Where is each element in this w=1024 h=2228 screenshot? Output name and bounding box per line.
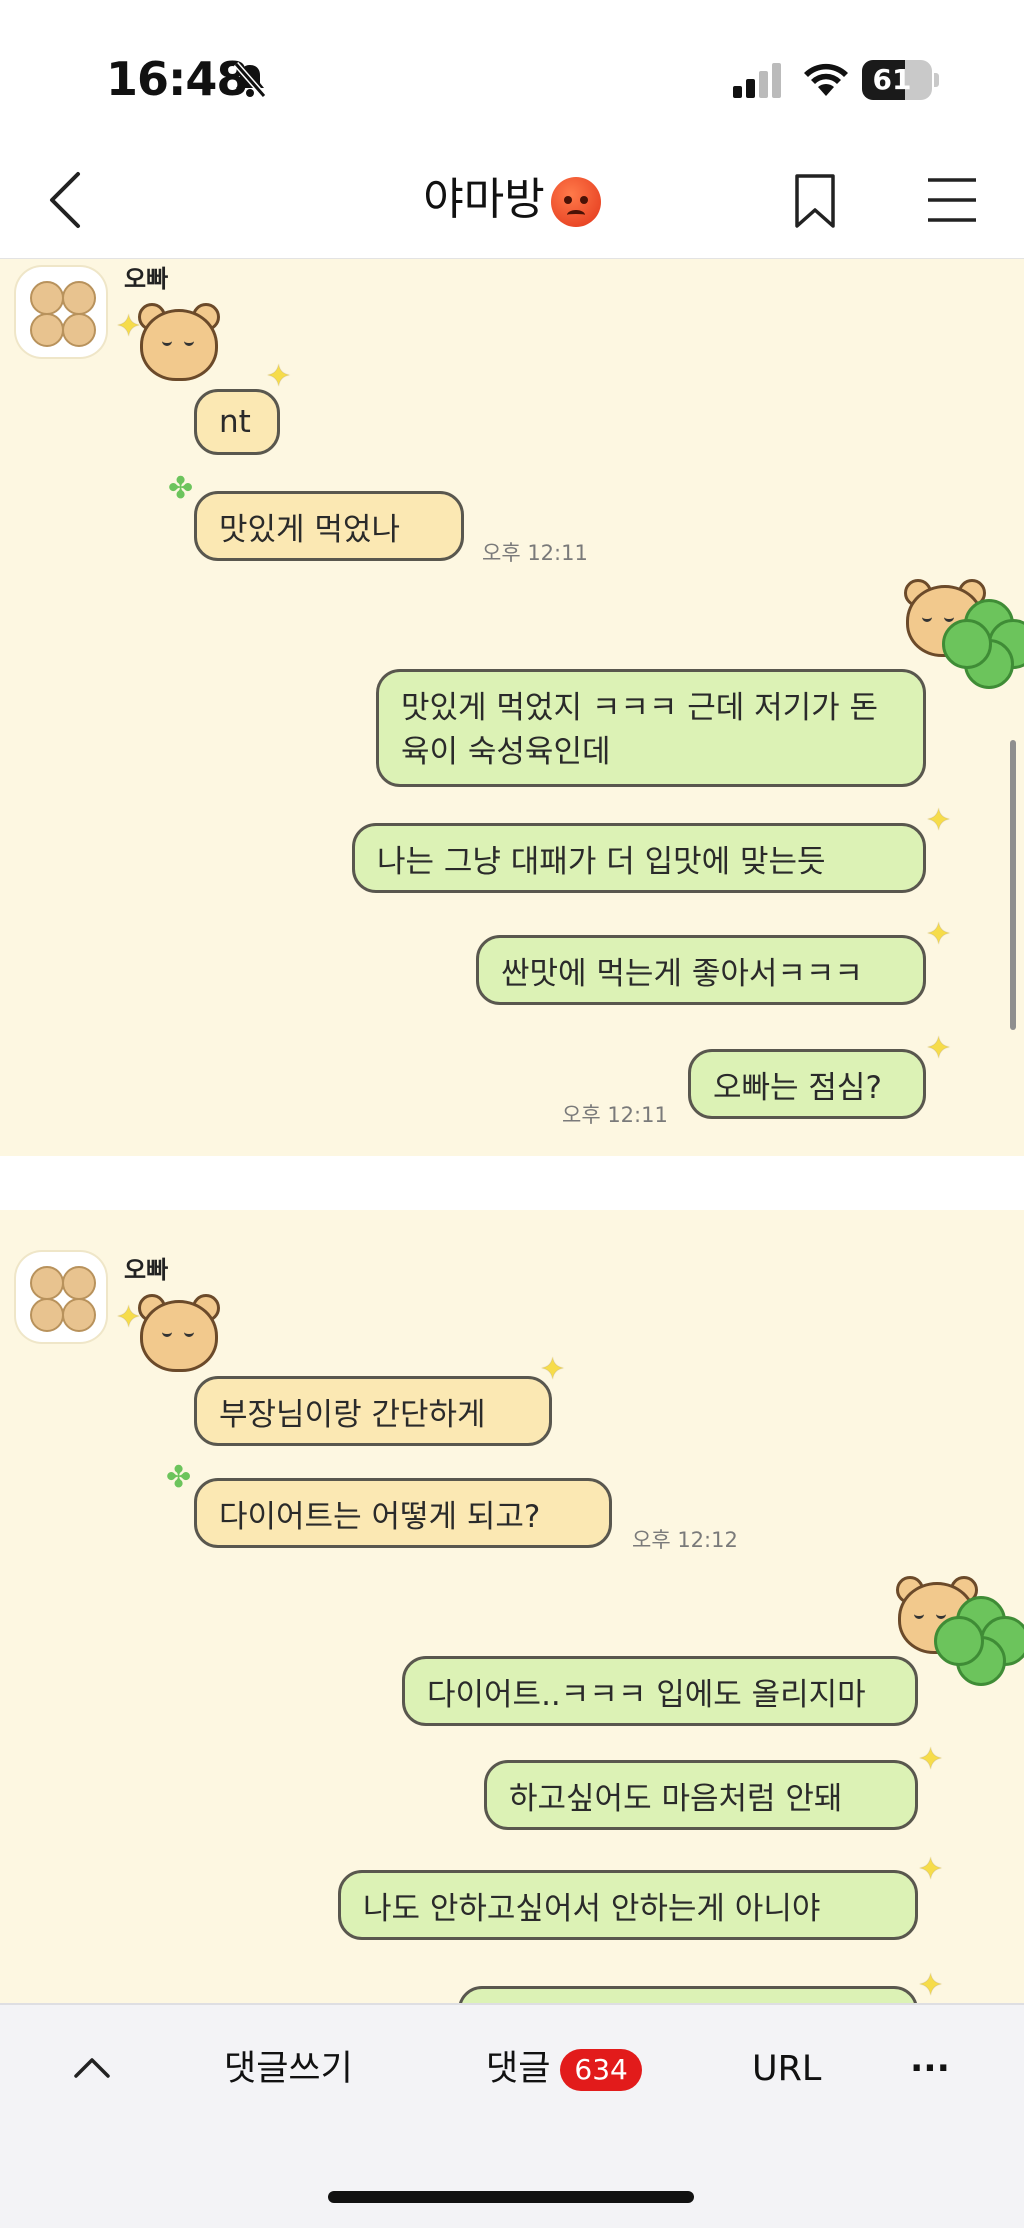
message-bubble-outgoing: 맛있게 먹었지 ㅋㅋㅋ 근데 저기가 돈육이 숙성육인데 (376, 669, 926, 787)
scrollbar[interactable] (1010, 740, 1016, 1030)
comments-label: 댓글 (486, 2049, 551, 2089)
four-leaf-clover-icon (934, 1592, 1024, 1692)
sender-name: 오빠 (124, 1256, 169, 1284)
chevron-up-icon[interactable] (70, 2048, 114, 2088)
message-bubble-outgoing: 나는 그냥 대패가 더 입맛에 맞는듯 (352, 823, 926, 893)
angry-face-icon (550, 177, 601, 227)
bell-muted-icon (233, 62, 267, 98)
menu-icon[interactable] (926, 176, 978, 224)
sparkle-icon (918, 1968, 948, 2003)
page-title: 야마방 (262, 168, 762, 232)
wifi-icon (804, 63, 848, 96)
title-text: 야마방 (423, 174, 545, 225)
sparkle-icon (266, 359, 296, 394)
avatar (16, 1252, 106, 1342)
message-bubble-incoming: nt (194, 389, 280, 455)
clover-leaf-icon (166, 1460, 196, 1495)
screenshot-divider (0, 1156, 1024, 1210)
message-time: 오후 12:11 (482, 541, 588, 565)
home-indicator (328, 2191, 694, 2203)
sparkle-icon (926, 803, 956, 838)
battery-percent: 61 (872, 63, 912, 96)
message-bubble-incoming: 다이어트는 어떻게 되고? (194, 1478, 612, 1548)
more-options-button[interactable]: ··· (910, 2040, 950, 2098)
sparkle-icon (540, 1352, 570, 1387)
sparkle-icon (116, 1300, 146, 1335)
url-button[interactable]: URL (752, 2040, 821, 2098)
signal-icon (733, 63, 781, 98)
clover-leaf-icon (168, 471, 198, 506)
chat-screenshot-2: 오빠 부장님이랑 간단하게 다이어트는 어떻게 되고? 오후 12:12 다이어… (0, 1210, 1024, 2003)
comments-button[interactable]: 댓글 634 (486, 2040, 642, 2098)
bookmark-icon[interactable] (792, 172, 838, 230)
battery-indicator: 61 (862, 60, 932, 100)
sparkle-icon (918, 1852, 948, 1887)
message-bubble-outgoing: 싼맛에 먹는게 좋아서ㅋㅋㅋ (476, 935, 926, 1005)
sparkle-icon (918, 1742, 948, 1777)
status-time: 16:48 (106, 52, 248, 106)
message-bubble-outgoing: 하고싶어도 마음처럼 안돼 (484, 1760, 918, 1830)
message-bubble-outgoing-partial (458, 1986, 918, 2003)
sparkle-icon (926, 1031, 956, 1066)
message-bubble-outgoing: 다이어트..ㅋㅋㅋ 입에도 올리지마 (402, 1656, 918, 1726)
sparkle-icon (926, 917, 956, 952)
comments-count-badge: 634 (560, 2049, 642, 2091)
write-comment-button[interactable]: 댓글쓰기 (224, 2040, 353, 2098)
message-bubble-outgoing: 나도 안하고싶어서 안하는게 아니야 (338, 1870, 918, 1940)
message-time: 오후 12:11 (562, 1103, 668, 1127)
message-bubble-incoming: 맛있게 먹었나 (194, 491, 464, 561)
sender-name: 오빠 (124, 265, 169, 293)
chat-screenshot-1: 오빠 nt 맛있게 먹었나 오후 12:11 맛있게 먹었지 ㅋㅋㅋ 근데 저기… (0, 259, 1024, 1156)
avatar (16, 267, 106, 357)
four-leaf-clover-icon (942, 595, 1024, 695)
battery-nub (934, 73, 939, 87)
message-bubble-incoming: 부장님이랑 간단하게 (194, 1376, 552, 1446)
back-chevron-icon[interactable] (42, 168, 90, 232)
sparkle-icon (116, 309, 146, 344)
message-time: 오후 12:12 (632, 1528, 738, 1552)
message-bubble-outgoing: 오빠는 점심? (688, 1049, 926, 1119)
